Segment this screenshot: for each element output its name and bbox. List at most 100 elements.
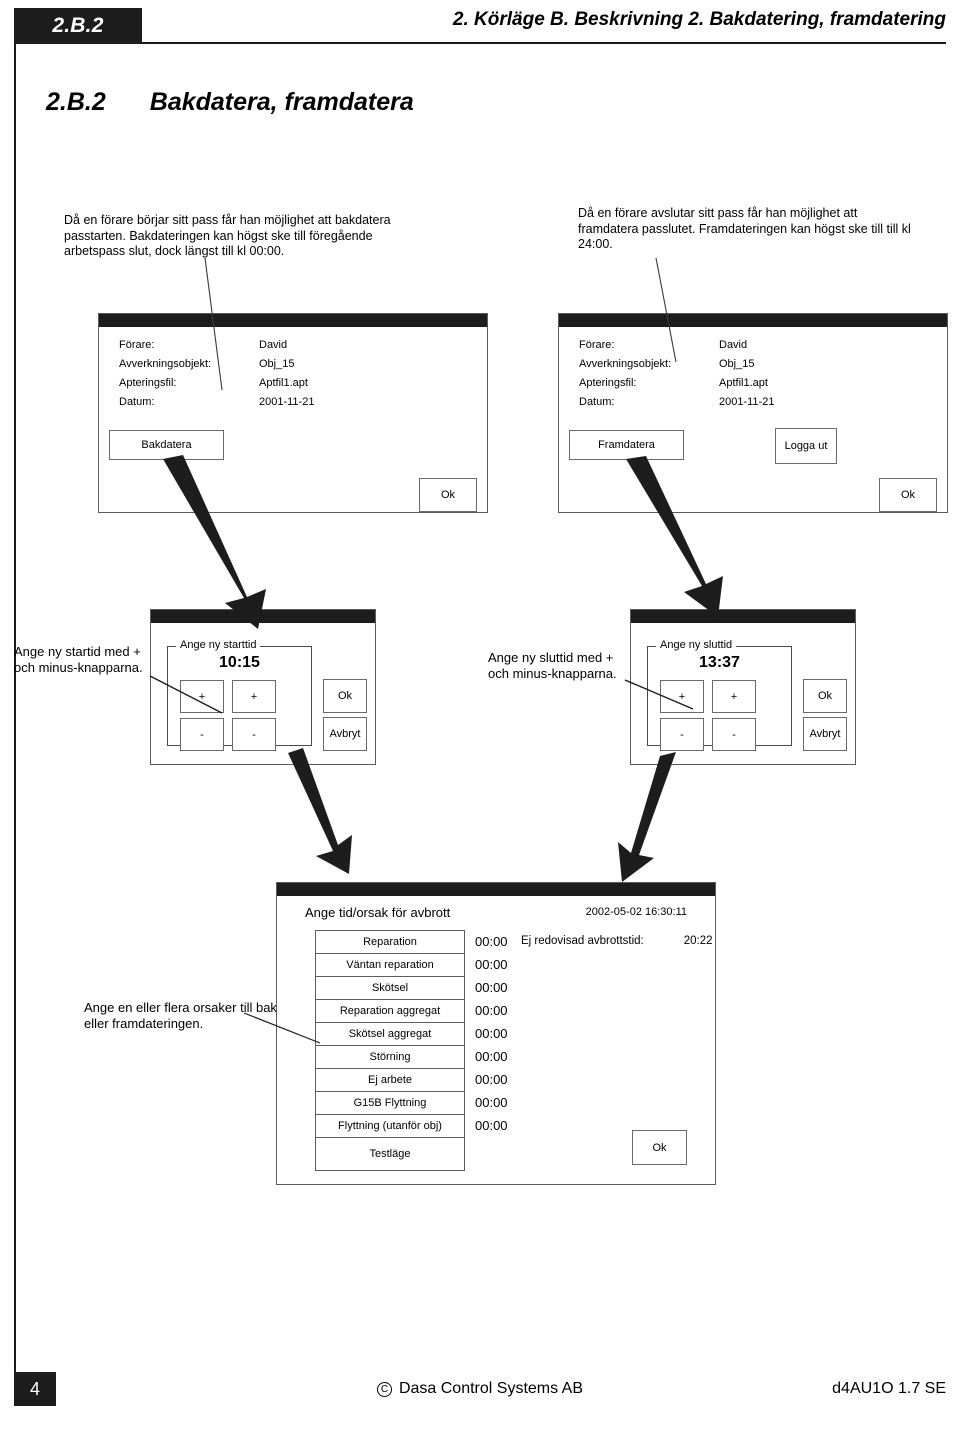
reason-time: 00:00 [475, 1072, 508, 1087]
avbryt-button[interactable]: Avbryt [803, 717, 847, 751]
list-item[interactable]: Väntan reparation 00:00 [315, 953, 508, 977]
list-item[interactable]: G15B Flyttning 00:00 [315, 1091, 508, 1115]
list-item[interactable]: Skötsel 00:00 [315, 976, 508, 1000]
starttid-legend: Ange ny starttid [176, 639, 261, 651]
field-value-avverkningsobjekt: Obj_15 [259, 358, 295, 370]
reason-label[interactable]: Testläge [315, 1137, 465, 1171]
field-label-forare: Förare: [579, 339, 615, 351]
framdatera-button[interactable]: Framdatera [569, 430, 684, 460]
dialog-titlebar [631, 610, 855, 623]
sluttid-fieldset: Ange ny sluttid 13:37 + + - - [647, 639, 792, 751]
section-number: 2.B.2 [46, 88, 106, 116]
annotation-start-time: Ange ny startid med + och minus-knapparn… [14, 644, 143, 675]
ok-button[interactable]: Ok [419, 478, 477, 512]
minute-plus-button[interactable]: + [232, 680, 276, 713]
list-item[interactable]: Skötsel aggregat 00:00 [315, 1022, 508, 1046]
reason-label[interactable]: Störning [315, 1045, 465, 1069]
header-chapter-tab-label: 2.B.2 [52, 14, 104, 37]
reason-time: 00:00 [475, 980, 508, 995]
field-label-datum: Datum: [579, 396, 615, 408]
minute-minus-button[interactable]: - [712, 718, 756, 751]
footer-document-id: d4AU1O 1.7 SE [832, 1380, 946, 1397]
field-value-forare: David [259, 339, 288, 351]
ok-button[interactable]: Ok [803, 679, 847, 713]
field-value-avverkningsobjekt: Obj_15 [719, 358, 755, 370]
reason-label[interactable]: Väntan reparation [315, 953, 465, 977]
field-value-datum: 2001-11-21 [259, 396, 315, 408]
reason-time: 00:00 [475, 1118, 508, 1133]
list-item[interactable]: Ej arbete 00:00 [315, 1068, 508, 1092]
time-dialog-starttid: Ange ny starttid 10:15 + + - - Ok Avbryt [150, 609, 376, 765]
list-item[interactable]: Störning 00:00 [315, 1045, 508, 1069]
field-label-datum: Datum: [119, 396, 155, 408]
annotation-reasons: Ange en eller flera orsaker till bak- el… [84, 1000, 282, 1031]
break-dialog-timestamp: 2002-05-02 16:30:11 [585, 906, 687, 918]
reason-label[interactable]: Skötsel aggregat [315, 1022, 465, 1046]
footer-copyright-text: Dasa Control Systems AB [398, 1380, 584, 1397]
reason-time: 00:00 [475, 934, 508, 949]
ok-button[interactable]: Ok [632, 1130, 687, 1165]
ok-button[interactable]: Ok [879, 478, 937, 512]
unreported-label: Ej redovisad avbrottstid: [521, 935, 644, 947]
reason-time: 00:00 [475, 957, 508, 972]
list-item[interactable]: Testläge [315, 1137, 465, 1171]
sluttid-value: 13:37 [699, 654, 740, 671]
field-label-forare: Förare: [119, 339, 155, 351]
field-label-avverkningsobjekt: Avverkningsobjekt: [119, 358, 212, 370]
ok-button[interactable]: Ok [323, 679, 367, 713]
reason-time: 00:00 [475, 1095, 508, 1110]
hour-minus-button[interactable]: - [660, 718, 704, 751]
header-chapter-tab: 2.B.2 [14, 8, 142, 44]
starttid-fieldset: Ange ny starttid 10:15 + + - - [167, 639, 312, 751]
copyright-icon: C [376, 1382, 392, 1397]
list-item[interactable]: Flyttning (utanför obj) 00:00 [315, 1114, 508, 1138]
footer-copyright: C Dasa Control Systems AB [0, 1380, 960, 1398]
login-dialog-framdatera: Förare: David Avverkningsobjekt: Obj_15 … [558, 313, 948, 513]
reason-label[interactable]: Ej arbete [315, 1068, 465, 1092]
unreported-break-time: Ej redovisad avbrottstid: 20:22 [521, 935, 713, 947]
logga-ut-button[interactable]: Logga ut [775, 428, 837, 464]
avbryt-button[interactable]: Avbryt [323, 717, 367, 751]
hour-plus-button[interactable]: + [180, 680, 224, 713]
unreported-value: 20:22 [683, 935, 713, 947]
break-reason-dialog: Ange tid/orsak för avbrott 2002-05-02 16… [276, 882, 716, 1185]
reason-label[interactable]: Reparation [315, 930, 465, 954]
field-label-apteringsfil: Apteringsfil: [579, 377, 637, 389]
field-value-datum: 2001-11-21 [719, 396, 775, 408]
minute-plus-button[interactable]: + [712, 680, 756, 713]
breadcrumb: 2. Körläge B. Beskrivning 2. Bakdatering… [452, 9, 946, 30]
reason-label[interactable]: Reparation aggregat [315, 999, 465, 1023]
field-value-apteringsfil: Aptfil1.apt [719, 377, 768, 389]
reason-list: Reparation 00:00 Väntan reparation 00:00… [315, 930, 508, 1171]
sluttid-legend: Ange ny sluttid [656, 639, 737, 651]
bakdatera-button[interactable]: Bakdatera [109, 430, 224, 460]
reason-label[interactable]: Skötsel [315, 976, 465, 1000]
page-title: 2.B.2 Bakdatera, framdatera [46, 88, 414, 117]
login-dialog-bakdatera: Förare: David Avverkningsobjekt: Obj_15 … [98, 313, 488, 513]
intro-paragraph-left: Då en förare börjar sitt pass får han mö… [64, 213, 391, 258]
dialog-titlebar [151, 610, 375, 623]
section-title-text: Bakdatera, framdatera [149, 88, 414, 116]
list-item[interactable]: Reparation 00:00 [315, 930, 508, 954]
field-label-apteringsfil: Apteringsfil: [119, 377, 177, 389]
reason-label[interactable]: Flyttning (utanför obj) [315, 1114, 465, 1138]
reason-label[interactable]: G15B Flyttning [315, 1091, 465, 1115]
list-item[interactable]: Reparation aggregat 00:00 [315, 999, 508, 1023]
break-dialog-title: Ange tid/orsak för avbrott [305, 905, 451, 920]
minute-minus-button[interactable]: - [232, 718, 276, 751]
dialog-titlebar [99, 314, 487, 327]
intro-paragraph-right: Då en förare avslutar sitt pass får han … [578, 206, 911, 251]
hour-minus-button[interactable]: - [180, 718, 224, 751]
time-dialog-sluttid: Ange ny sluttid 13:37 + + - - Ok Avbryt [630, 609, 856, 765]
field-label-avverkningsobjekt: Avverkningsobjekt: [579, 358, 672, 370]
starttid-value: 10:15 [219, 654, 260, 671]
field-value-apteringsfil: Aptfil1.apt [259, 377, 308, 389]
dialog-titlebar [277, 883, 715, 896]
reason-time: 00:00 [475, 1026, 508, 1041]
field-value-forare: David [719, 339, 748, 351]
annotation-end-time: Ange ny sluttid med + och minus-knapparn… [488, 650, 617, 681]
hour-plus-button[interactable]: + [660, 680, 704, 713]
dialog-titlebar [559, 314, 947, 327]
reason-time: 00:00 [475, 1049, 508, 1064]
reason-time: 00:00 [475, 1003, 508, 1018]
